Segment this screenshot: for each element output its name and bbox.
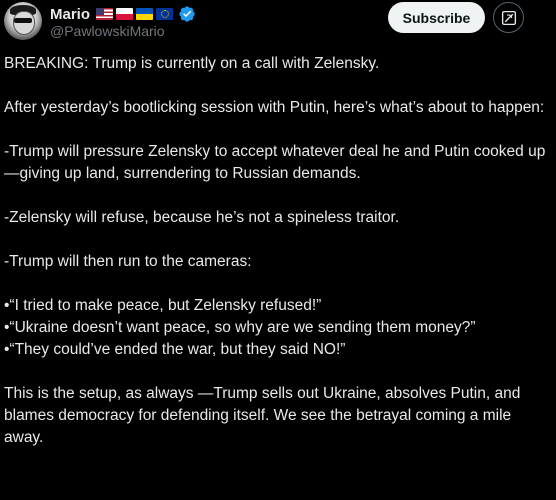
- author-handle[interactable]: @PawlowskiMario: [50, 23, 165, 39]
- avatar-face: [13, 11, 35, 35]
- eu-flag-icon: [156, 8, 174, 20]
- verified-badge-icon[interactable]: [178, 5, 196, 23]
- tweet-bullet-list: •“I tried to make peace, but Zelensky re…: [4, 295, 552, 361]
- grok-icon: [501, 10, 516, 25]
- grok-button[interactable]: [493, 2, 524, 33]
- poland-flag-icon: [116, 8, 134, 20]
- subscribe-button[interactable]: Subscribe: [388, 2, 485, 33]
- tweet-bullet-2: •“Ukraine doesn’t want peace, so why are…: [4, 319, 476, 336]
- tweet-paragraph-6: This is the setup, as always —Trump sell…: [4, 385, 521, 446]
- avatar-glasses: [14, 18, 32, 23]
- tweet-text: BREAKING: Trump is currently on a call w…: [4, 53, 552, 449]
- tweet-paragraph-2: After yesterday’s bootlicking session wi…: [4, 99, 545, 116]
- tweet-bullet-1: •“I tried to make peace, but Zelensky re…: [4, 297, 322, 314]
- name-row: Mario: [50, 4, 196, 24]
- tweet-paragraph-3: -Trump will pressure Zelensky to accept …: [4, 143, 546, 182]
- tweet-paragraph-4: -Zelensky will refuse, because he’s not …: [4, 209, 400, 226]
- avatar[interactable]: [4, 2, 42, 40]
- tweet-paragraph-1: BREAKING: Trump is currently on a call w…: [4, 55, 380, 72]
- author-display-name[interactable]: Mario: [50, 6, 90, 23]
- ukraine-flag-icon: [136, 8, 154, 20]
- tweet-paragraph-5: -Trump will then run to the cameras:: [4, 253, 252, 270]
- tweet-header: Mario @PawlowskiMario Subscribe: [0, 0, 556, 48]
- us-flag-icon: [96, 8, 114, 20]
- tweet-bullet-3: •“They could’ve ended the war, but they …: [4, 341, 346, 358]
